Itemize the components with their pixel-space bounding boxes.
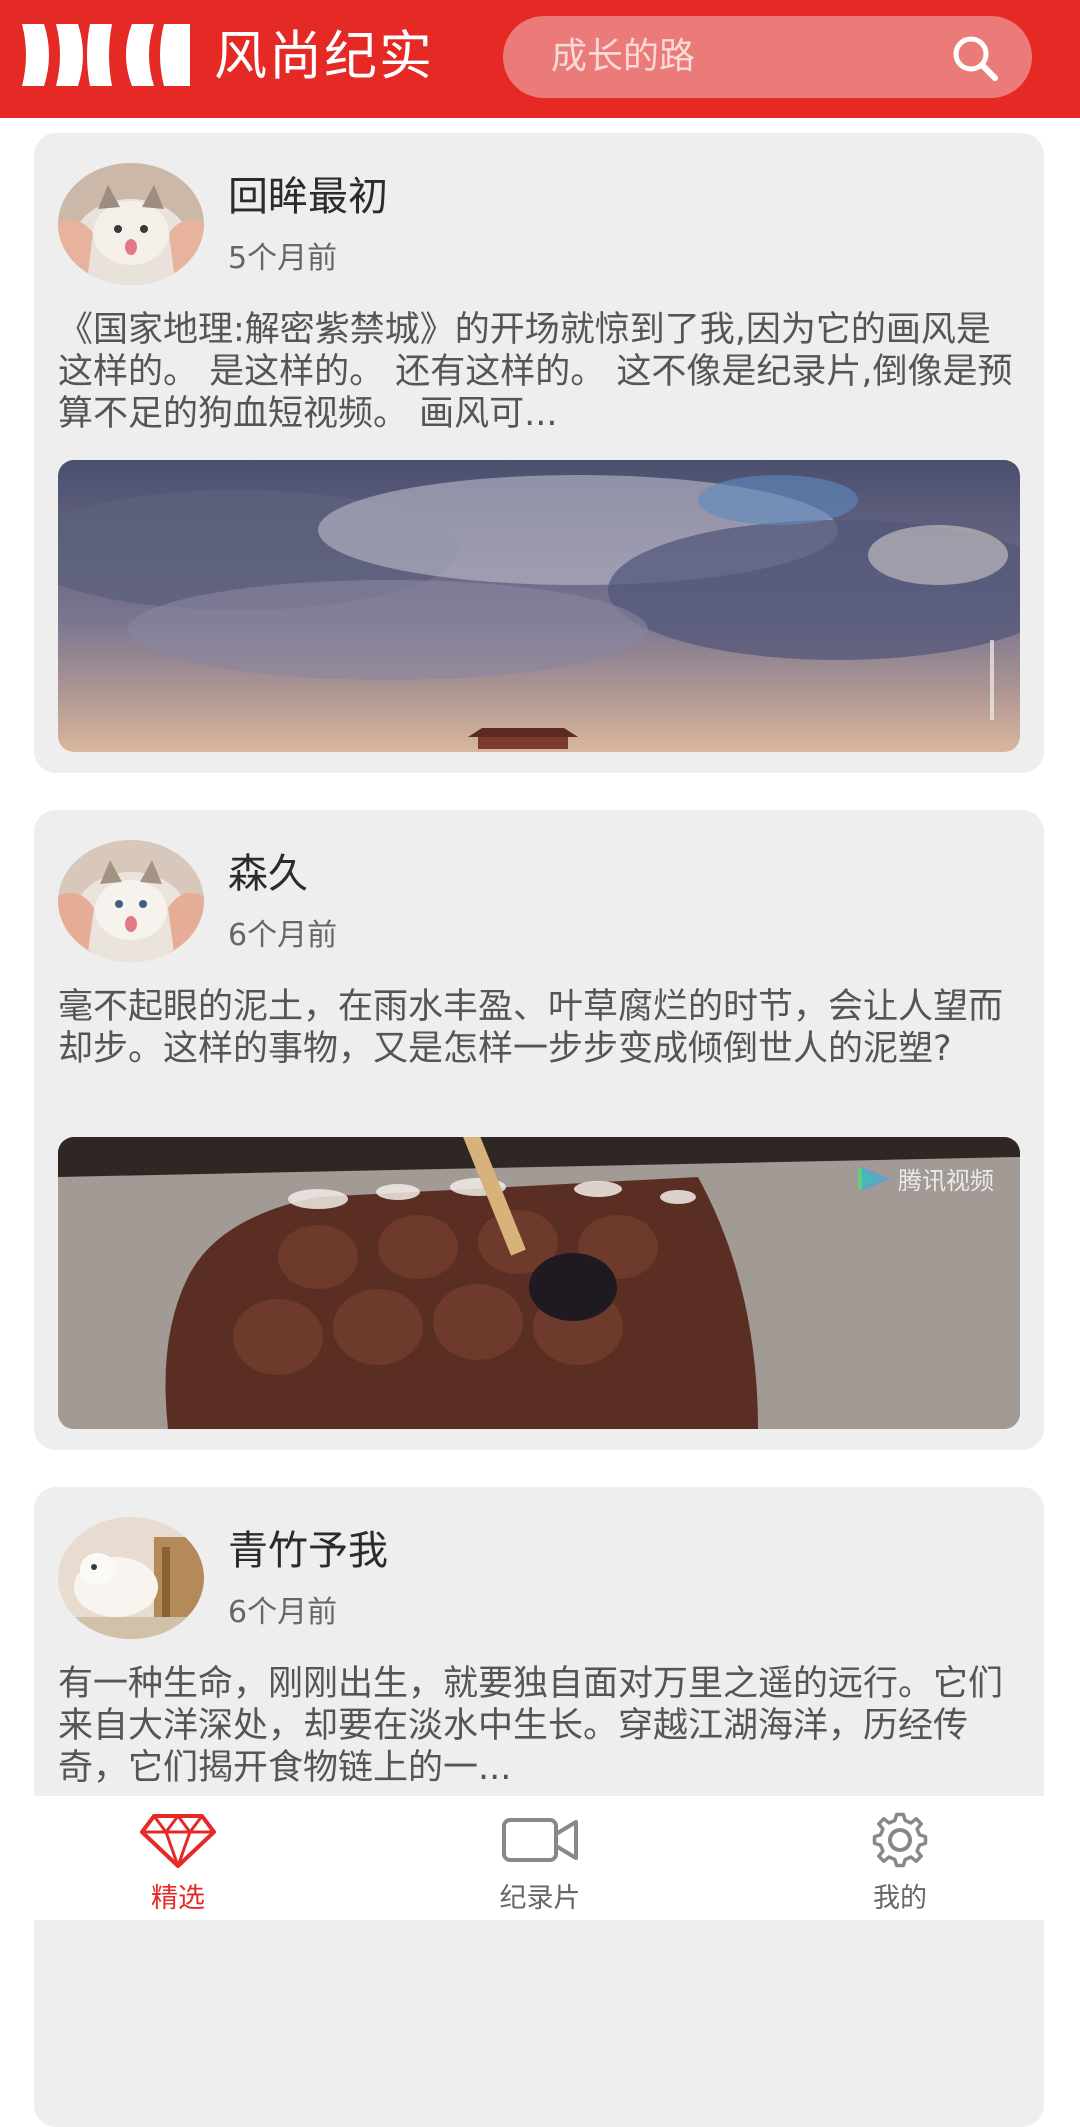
nav-item-documentary[interactable]: 纪录片 [440,1796,640,1920]
avatar[interactable] [58,1517,204,1639]
bottom-navigation: 精选 纪录片 我的 [0,1796,1080,1920]
author-name[interactable]: 回眸最初 [228,171,388,223]
gear-icon [872,1812,928,1868]
nav-item-featured[interactable]: 精选 [78,1796,278,1920]
feed-card[interactable]: 森久 6个月前 毫不起眼的泥土，在雨水丰盈、叶草腐烂的时节，会让人望而却步。这样… [34,810,1044,1450]
app-title: 风尚纪实 [214,26,434,87]
avatar[interactable] [58,163,204,285]
top-app-bar: 风尚纪实 成长的路 [0,0,1080,118]
feed-card[interactable]: 回眸最初 5个月前 《国家地理:解密紫禁城》的开场就惊到了我,因为它的画风是这样… [34,133,1044,773]
post-summary[interactable]: 毫不起眼的泥土，在雨水丰盈、叶草腐烂的时节，会让人望而却步。这样的事物，又是怎样… [58,986,1024,1070]
cover-image[interactable] [58,460,1020,752]
post-time: 6个月前 [228,918,338,953]
avatar[interactable] [58,840,204,962]
search-icon[interactable] [950,33,1000,83]
nav-label: 纪录片 [499,1883,581,1914]
post-time: 5个月前 [228,241,338,276]
diamond-icon [140,1814,216,1868]
author-name[interactable]: 森久 [228,848,308,900]
search-bar[interactable]: 成长的路 [503,16,1032,98]
cover-image[interactable]: 腾讯视频 [58,1137,1020,1429]
app-logo [22,24,190,86]
search-input[interactable]: 成长的路 [551,16,695,98]
post-summary[interactable]: 《国家地理:解密紫禁城》的开场就惊到了我,因为它的画风是这样的。 是这样的。 还… [58,309,1024,435]
post-time: 6个月前 [228,1595,338,1630]
nav-item-mine[interactable]: 我的 [800,1796,1000,1920]
video-camera-icon [502,1818,578,1862]
nav-label: 精选 [151,1883,205,1914]
nav-label: 我的 [873,1883,927,1914]
post-summary[interactable]: 有一种生命，刚刚出生，就要独自面对万里之遥的远行。它们来自大洋深处，却要在淡水中… [58,1663,1024,1789]
author-name[interactable]: 青竹予我 [228,1525,388,1577]
svg-text:腾讯视频: 腾讯视频 [898,1167,994,1195]
